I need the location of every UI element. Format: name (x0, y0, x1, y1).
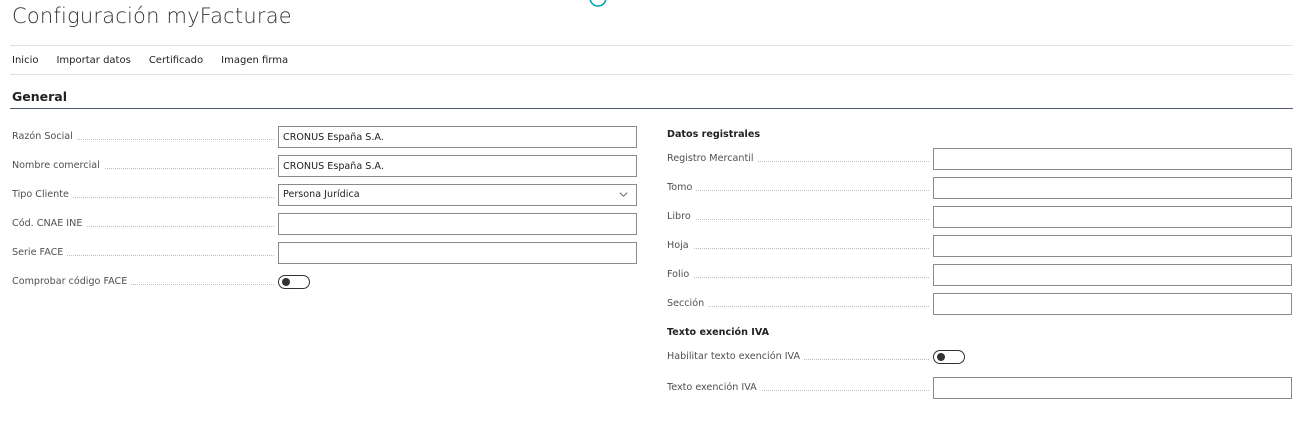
field-label: Comprobar código FACE (12, 276, 132, 287)
action-divider (10, 74, 1293, 75)
chevron-down-icon (619, 192, 628, 197)
field-seccion: Sección (667, 293, 1292, 315)
label-leader (667, 248, 929, 249)
cod-cnae-input[interactable] (278, 213, 637, 235)
field-label: Tomo (667, 182, 697, 193)
field-label: Tipo Cliente (12, 189, 73, 200)
field-folio: Folio (667, 264, 1292, 286)
serie-face-input[interactable] (278, 242, 637, 264)
seccion-input[interactable] (933, 293, 1292, 315)
field-label: Cód. CNAE INE (12, 218, 87, 229)
field-serie-face: Serie FACE (12, 242, 637, 264)
toggle-knob (937, 353, 945, 361)
section-title-general[interactable]: General (12, 89, 67, 104)
select-value: Persona Jurídica (283, 189, 360, 200)
label-leader (667, 190, 929, 191)
field-registro-mercantil: Registro Mercantil (667, 148, 1292, 170)
field-label: Texto exención IVA (667, 382, 761, 393)
loading-spinner-icon (589, 0, 607, 7)
razon-social-input[interactable] (278, 126, 637, 148)
nombre-comercial-input[interactable] (278, 155, 637, 177)
group-title-texto-exencion: Texto exención IVA (667, 327, 770, 338)
folio-input[interactable] (933, 264, 1292, 286)
action-imagen-firma[interactable]: Imagen firma (221, 54, 288, 70)
field-tomo: Tomo (667, 177, 1292, 199)
field-label: Sección (667, 298, 709, 309)
field-tipo-cliente: Tipo Cliente Persona Jurídica (12, 184, 637, 206)
field-hoja: Hoja (667, 235, 1292, 257)
field-comprobar-face: Comprobar código FACE (12, 271, 310, 293)
action-inicio[interactable]: Inicio (12, 54, 38, 70)
toggle-knob (282, 278, 290, 286)
field-label: Hoja (667, 240, 693, 251)
tipo-cliente-select[interactable]: Persona Jurídica (278, 184, 637, 206)
page-title: Configuración myFacturae (12, 4, 292, 28)
action-importar-datos[interactable]: Importar datos (56, 54, 130, 70)
action-bar: Inicio Importar datos Certificado Imagen… (12, 54, 306, 70)
field-label: Serie FACE (12, 247, 68, 258)
action-certificado[interactable]: Certificado (149, 54, 203, 70)
field-label: Razón Social (12, 131, 77, 142)
habilitar-texto-exencion-toggle[interactable] (933, 350, 965, 364)
registro-mercantil-input[interactable] (933, 148, 1292, 170)
field-nombre-comercial: Nombre comercial (12, 155, 637, 177)
comprobar-face-toggle[interactable] (278, 275, 310, 289)
field-label: Libro (667, 211, 695, 222)
field-texto-exencion: Texto exención IVA (667, 377, 1292, 399)
tomo-input[interactable] (933, 177, 1292, 199)
field-habilitar-texto-exencion: Habilitar texto exención IVA (667, 346, 965, 368)
label-leader (667, 219, 929, 220)
field-cod-cnae: Cód. CNAE INE (12, 213, 637, 235)
libro-input[interactable] (933, 206, 1292, 228)
hoja-input[interactable] (933, 235, 1292, 257)
section-divider (10, 108, 1293, 109)
field-label: Registro Mercantil (667, 153, 758, 164)
title-divider (10, 45, 1293, 46)
field-libro: Libro (667, 206, 1292, 228)
field-label: Folio (667, 269, 694, 280)
group-title-datos-registrales: Datos registrales (667, 129, 761, 140)
texto-exencion-input[interactable] (933, 377, 1292, 399)
field-label: Nombre comercial (12, 160, 104, 171)
field-razon-social: Razón Social (12, 126, 637, 148)
label-leader (667, 277, 929, 278)
field-label: Habilitar texto exención IVA (667, 351, 805, 362)
